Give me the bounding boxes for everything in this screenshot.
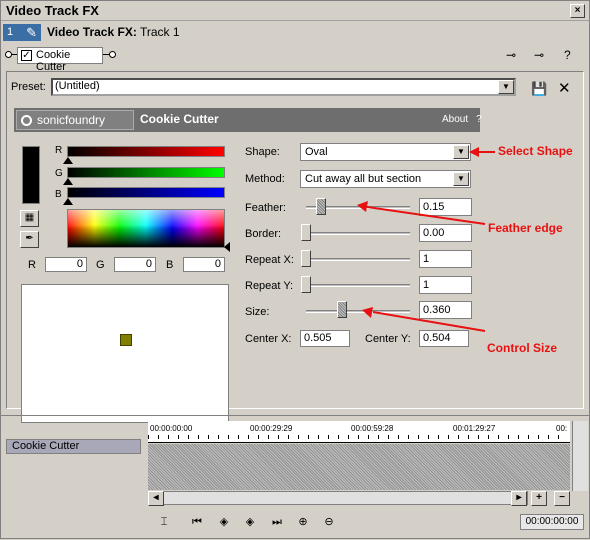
previous-keyframe-icon[interactable]: ◈: [214, 513, 234, 533]
timeline-ruler[interactable]: 00:00:00:00 00:00:29:29 00:00:59:28 00:0…: [148, 421, 570, 443]
scroll-right-button[interactable]: ▸: [511, 491, 527, 506]
ruler-tick-0: 00:00:00:00: [150, 424, 193, 433]
timeline-track-area[interactable]: [148, 444, 570, 490]
delete-keyframe-icon[interactable]: ⊖: [319, 513, 339, 533]
annotation-feather-edge: Feather edge: [488, 221, 563, 235]
feather-arrowhead: [357, 201, 368, 212]
video-track-fx-window: Video Track FX × 1 ✎ Video Track FX: Tra…: [0, 0, 590, 539]
go-to-start-icon[interactable]: ⏮: [187, 513, 207, 533]
add-keyframe-icon[interactable]: ⊕: [293, 513, 313, 533]
zoom-out-button[interactable]: −: [554, 491, 570, 506]
scroll-left-button[interactable]: ◂: [148, 491, 164, 506]
time-display: 00:00:00:00: [520, 514, 584, 530]
size-arrow: [372, 311, 486, 332]
zoom-in-button[interactable]: +: [531, 491, 547, 506]
ruler-tick-3: 00:01:29:27: [453, 424, 496, 433]
go-to-end-icon[interactable]: ⏭: [267, 513, 287, 533]
snap-icon[interactable]: ⌶: [154, 513, 174, 533]
timeline-track-name[interactable]: Cookie Cutter: [6, 439, 141, 454]
ruler-tick-2: 00:00:59:28: [351, 424, 394, 433]
annotation-select-shape: Select Shape: [498, 144, 573, 158]
ruler-tick-1: 00:00:29:29: [250, 424, 293, 433]
timeline-vertical-scrollbar[interactable]: [572, 421, 588, 491]
ruler-ticks: [148, 435, 568, 439]
next-keyframe-icon[interactable]: ◈: [240, 513, 260, 533]
timeline-horizontal-scrollbar[interactable]: [148, 491, 528, 505]
feather-arrow: [366, 206, 486, 225]
shape-arrowhead: [469, 147, 479, 157]
ruler-tick-4: 00:: [556, 424, 568, 433]
size-arrowhead: [362, 307, 373, 318]
annotation-control-size: Control Size: [487, 341, 558, 355]
